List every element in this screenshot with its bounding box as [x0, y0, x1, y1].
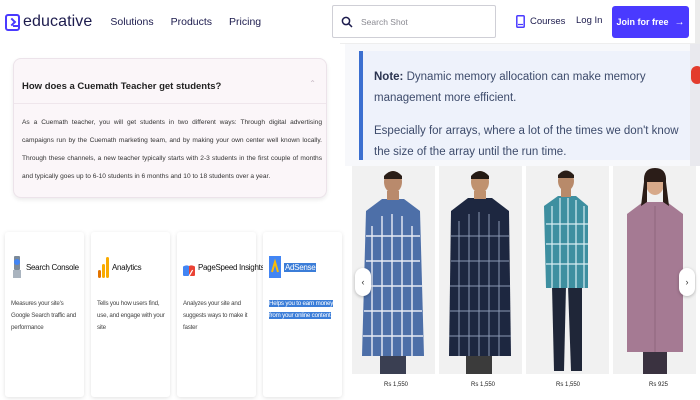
- note-text-1: Note: Dynamic memory allocation can make…: [374, 67, 674, 109]
- search-console-icon: [13, 256, 21, 278]
- search-placeholder: Search Shot: [361, 16, 408, 27]
- right-header: Search Shot Courses Log In Join for free…: [332, 0, 700, 44]
- faq-card[interactable]: How does a Cuemath Teacher get students?…: [13, 58, 327, 198]
- scrollbar-track[interactable]: [690, 44, 700, 166]
- tool-card-adsense[interactable]: AdSense Helps you to earn money from you…: [263, 232, 342, 397]
- analytics-icon: [98, 257, 109, 278]
- tool-description: Analyzes your site and suggests ways to …: [183, 300, 248, 331]
- adsense-icon: [269, 256, 281, 278]
- tool-description: Measures your site's Google Search traff…: [11, 300, 77, 331]
- tool-card-analytics[interactable]: Analytics Tells you how users find, use,…: [91, 232, 170, 397]
- search-icon: [341, 16, 353, 28]
- note-label: Note:: [374, 71, 404, 83]
- product-photo: [526, 166, 609, 374]
- tool-card-pagespeed[interactable]: PageSpeed Insights Analyzes your site an…: [177, 232, 265, 397]
- product-price: Rs 925: [649, 382, 669, 388]
- pagespeed-icon: [183, 265, 195, 277]
- tool-title: AdSense: [284, 262, 317, 272]
- note-text: Dynamic memory allocation can make memor…: [374, 71, 646, 104]
- login-link[interactable]: Log In: [576, 15, 602, 26]
- tool-description: Helps you to earn money from your online…: [269, 298, 341, 322]
- book-icon: [516, 15, 525, 28]
- carousel-prev-button[interactable]: ‹: [355, 268, 371, 296]
- highlighted-text: Helps you to earn money from your online…: [269, 300, 334, 319]
- nav-pricing[interactable]: Pricing: [229, 16, 261, 28]
- faq-divider: [14, 103, 326, 104]
- arrow-right-icon: →: [674, 16, 685, 28]
- search-input[interactable]: Search Shot: [332, 5, 496, 38]
- courses-label: Courses: [530, 16, 566, 27]
- product-photo: [439, 166, 522, 374]
- logo-text: educative: [23, 13, 93, 30]
- tool-description: Tells you how users find, use, and engag…: [97, 300, 165, 331]
- courses-link[interactable]: Courses: [516, 15, 565, 28]
- chevron-right-icon: ›: [685, 277, 689, 287]
- note-text-2: Especially for arrays, where a lot of th…: [374, 125, 679, 158]
- note-box: Note: Dynamic memory allocation can make…: [359, 51, 690, 160]
- floating-badge[interactable]: [691, 66, 700, 84]
- product-price: Rs 1,550: [384, 382, 409, 388]
- product-carousel: Rs 1,550 Rs 1,550 Rs 1,550 Rs 925 ‹ ›: [345, 166, 700, 400]
- faq-question[interactable]: How does a Cuemath Teacher get students?: [22, 81, 221, 92]
- faq-answer: As a Cuemath teacher, you will get stude…: [22, 119, 322, 180]
- top-navigation: educative Solutions Products Pricing: [0, 0, 340, 44]
- tool-title: PageSpeed Insights: [198, 262, 265, 272]
- scrollbar[interactable]: [695, 0, 700, 44]
- chevron-up-icon[interactable]: ⌃: [309, 79, 316, 88]
- tool-title: Analytics: [112, 262, 142, 272]
- product-price: Rs 1,550: [556, 382, 581, 388]
- product-image[interactable]: [439, 166, 522, 374]
- nav-products[interactable]: Products: [171, 16, 212, 28]
- educative-logo-icon: [5, 13, 20, 31]
- nav-solutions[interactable]: Solutions: [110, 16, 153, 28]
- chevron-left-icon: ‹: [361, 277, 365, 287]
- screen: educative Solutions Products Pricing How…: [0, 0, 700, 400]
- carousel-next-button[interactable]: ›: [679, 268, 695, 296]
- tool-title: Search Console: [26, 262, 79, 272]
- join-for-free-button[interactable]: Join for free →: [612, 6, 689, 38]
- join-label: Join for free: [616, 17, 669, 27]
- tool-card-search-console[interactable]: Search Console Measures your site's Goog…: [5, 232, 84, 397]
- educative-logo[interactable]: educative: [5, 13, 92, 31]
- product-image[interactable]: [526, 166, 609, 374]
- product-price: Rs 1,550: [471, 382, 496, 388]
- note-section: Note: Dynamic memory allocation can make…: [345, 44, 700, 166]
